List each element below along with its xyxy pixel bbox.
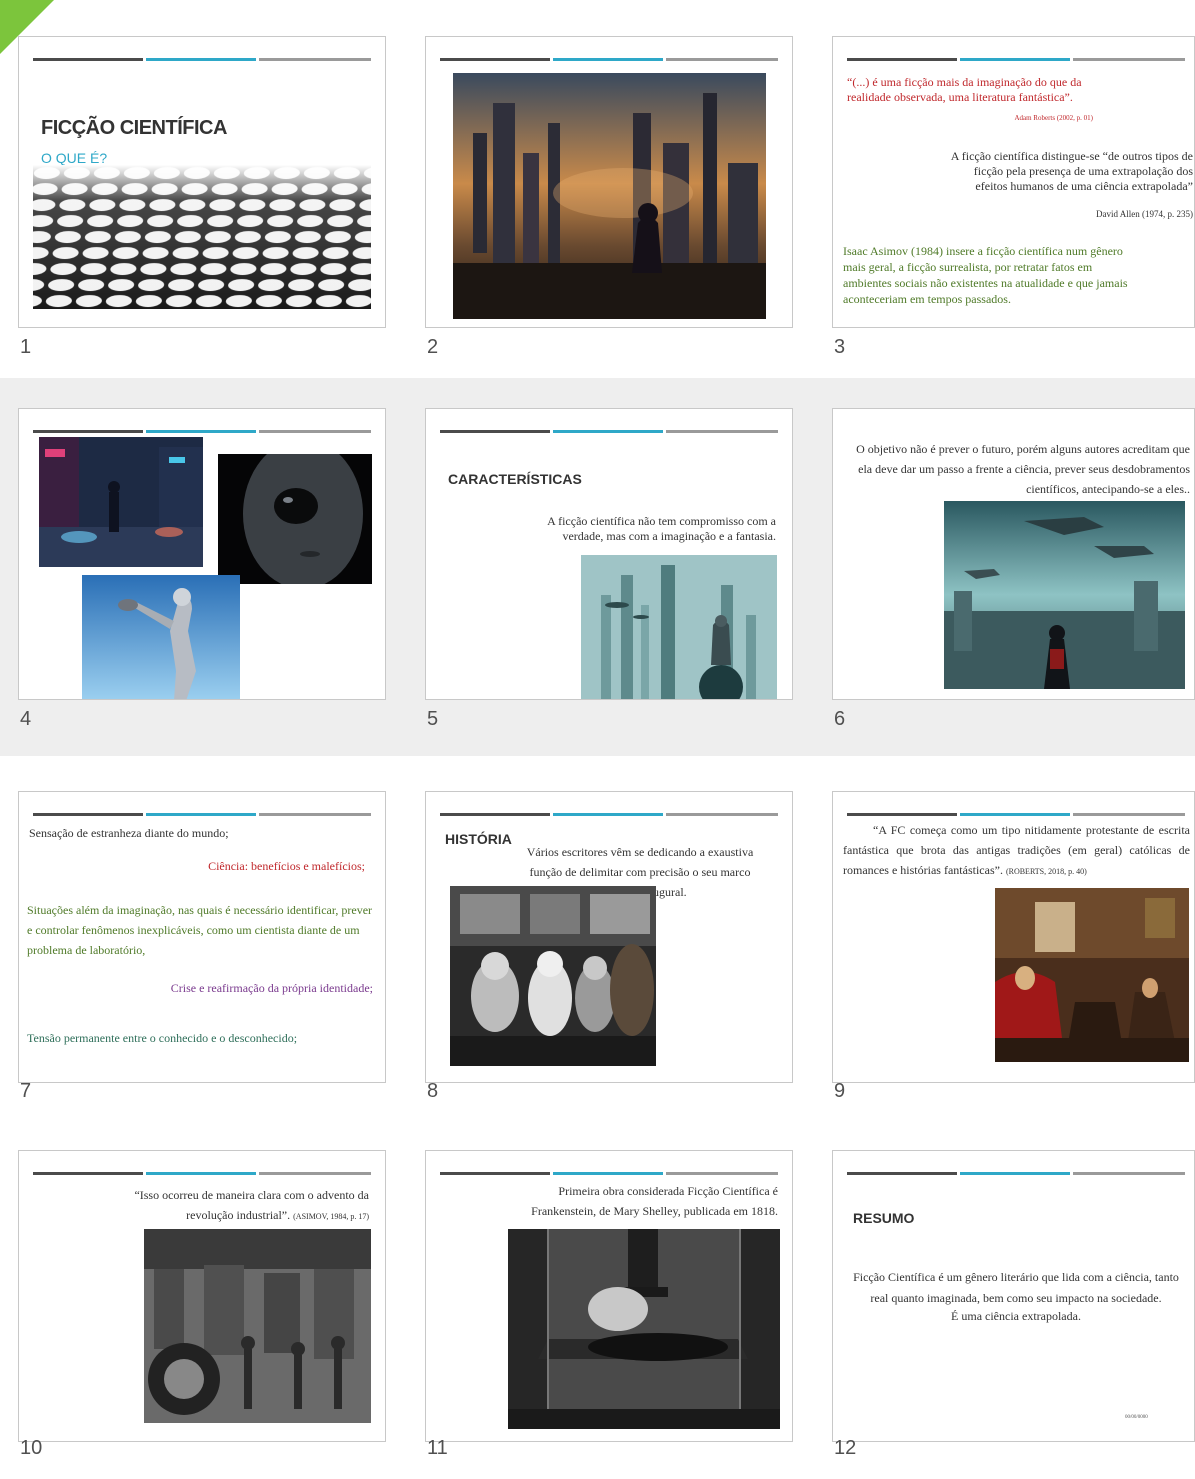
slide-number-6: 6 <box>834 708 846 730</box>
roberts-quote: “A FC começa como um tipo nitidamente pr… <box>843 820 1190 882</box>
slide-thumbnail-9[interactable]: “A FC começa como um tipo nitidamente pr… <box>832 791 1195 1083</box>
slide-thumbnail-1[interactable]: FICÇÃO CIENTÍFICA O QUE É? <box>18 36 386 328</box>
slide-heading: RESUMO <box>853 1210 915 1226</box>
slide-header-bars <box>33 1172 371 1175</box>
allen-citation: David Allen (1974, p. 235) <box>1096 209 1193 219</box>
roberts-citation: Adam Roberts (2002, p. 01) <box>1014 114 1093 122</box>
bullet-line-3: Situações além da imaginação, nas quais … <box>27 903 373 957</box>
slide-title: FICÇÃO CIENTÍFICA <box>41 117 227 139</box>
historical-painting-image <box>995 888 1189 1062</box>
robot-woman-image <box>82 575 240 699</box>
futuristic-city-image <box>453 73 766 319</box>
asimov-quote: “Isso ocorreu de maneira clara com o adv… <box>99 1185 369 1227</box>
discs-image <box>33 165 371 309</box>
slide-thumbnail-11[interactable]: Primeira obra considerada Ficção Científ… <box>425 1150 793 1442</box>
bullet-line-2: Ciência: benefícios e malefícios; <box>208 859 365 873</box>
summary-text: Ficção Científica é um gênero literário … <box>853 1270 1179 1305</box>
slide-number-12: 12 <box>834 1437 857 1459</box>
bullet-line-5: Tensão permanente entre o conhecido e o … <box>27 1031 298 1045</box>
slide-thumbnail-7[interactable]: Sensação de estranheza diante do mundo; … <box>18 791 386 1083</box>
slide-number-1: 1 <box>20 336 32 358</box>
slide-number-2: 2 <box>427 336 439 358</box>
slide-header-bars <box>440 58 778 61</box>
slide-header-bars <box>33 58 371 61</box>
slide-number-11: 11 <box>427 1437 448 1459</box>
slide-thumbnail-2[interactable] <box>425 36 793 328</box>
quote-citation: (ROBERTS, 2018, p. 40) <box>1005 867 1087 876</box>
slide-date-footer: 00/00/0000 <box>1125 1415 1148 1420</box>
slide-thumbnail-12[interactable]: RESUMO Ficção Científica é um gênero lit… <box>832 1150 1195 1442</box>
slide-heading: HISTÓRIA <box>445 831 512 847</box>
roberts-quote: “(...) é uma ficção mais da imaginação d… <box>847 75 1082 104</box>
asimov-paragraph: Isaac Asimov (1984) insere a ficção cien… <box>843 244 1128 306</box>
slide-header-bars <box>33 430 371 433</box>
alien-face-image <box>218 454 372 584</box>
slide-thumbnail-8[interactable]: HISTÓRIA Vários escritores vêm se dedica… <box>425 791 793 1083</box>
quote-citation: (ASIMOV, 1984, p. 17) <box>293 1212 369 1221</box>
summary-conclusion: É uma ciência extrapolada. <box>951 1309 1081 1323</box>
slide-number-8: 8 <box>427 1080 439 1102</box>
allen-quote: A ficção científica distingue-se “de out… <box>950 149 1193 193</box>
factory-workers-image <box>144 1229 371 1423</box>
slide-number-4: 4 <box>20 708 32 730</box>
cyberpunk-street-image <box>39 437 203 567</box>
slide-heading: CARACTERÍSTICAS <box>448 471 582 487</box>
bullet-line-1: Sensação de estranheza diante do mundo; <box>29 826 229 840</box>
slide-number-7: 7 <box>20 1080 32 1102</box>
slide-body-text: O objetivo não é prever o futuro, porém … <box>856 442 1190 496</box>
robot-city-image <box>581 555 777 699</box>
slide-header-bars <box>440 430 778 433</box>
slide-number-9: 9 <box>834 1080 846 1102</box>
floating-ships-city-image <box>944 501 1185 689</box>
slide-body-text: Primeira obra considerada Ficção Científ… <box>531 1184 778 1218</box>
slide-header-bars <box>847 813 1185 816</box>
slide-header-bars <box>847 58 1185 61</box>
slide-subtitle: O QUE É? <box>41 150 108 166</box>
slide-header-bars <box>33 813 371 816</box>
slide-thumbnail-3[interactable]: “(...) é uma ficção mais da imaginação d… <box>832 36 1195 328</box>
slide-thumbnail-6[interactable]: O objetivo não é prever o futuro, porém … <box>832 408 1195 700</box>
slide-header-bars <box>440 1172 778 1175</box>
slide-number-10: 10 <box>20 1437 43 1459</box>
slide-thumbnail-5[interactable]: CARACTERÍSTICAS A ficção científica não … <box>425 408 793 700</box>
slide-thumbnail-4[interactable] <box>18 408 386 700</box>
bullet-line-4: Crise e reafirmação da própria identidad… <box>170 981 373 995</box>
slide-header-bars <box>440 813 778 816</box>
slide-body-text: A ficção científica não tem compromisso … <box>547 514 776 543</box>
slide-header-bars <box>847 1172 1185 1175</box>
slide-number-3: 3 <box>834 336 846 358</box>
frankenstein-lab-image <box>508 1229 780 1429</box>
slide-thumbnail-10[interactable]: “Isso ocorreu de maneira clara com o adv… <box>18 1150 386 1442</box>
spaceship-cockpit-image <box>450 886 656 1066</box>
slide-number-5: 5 <box>427 708 439 730</box>
